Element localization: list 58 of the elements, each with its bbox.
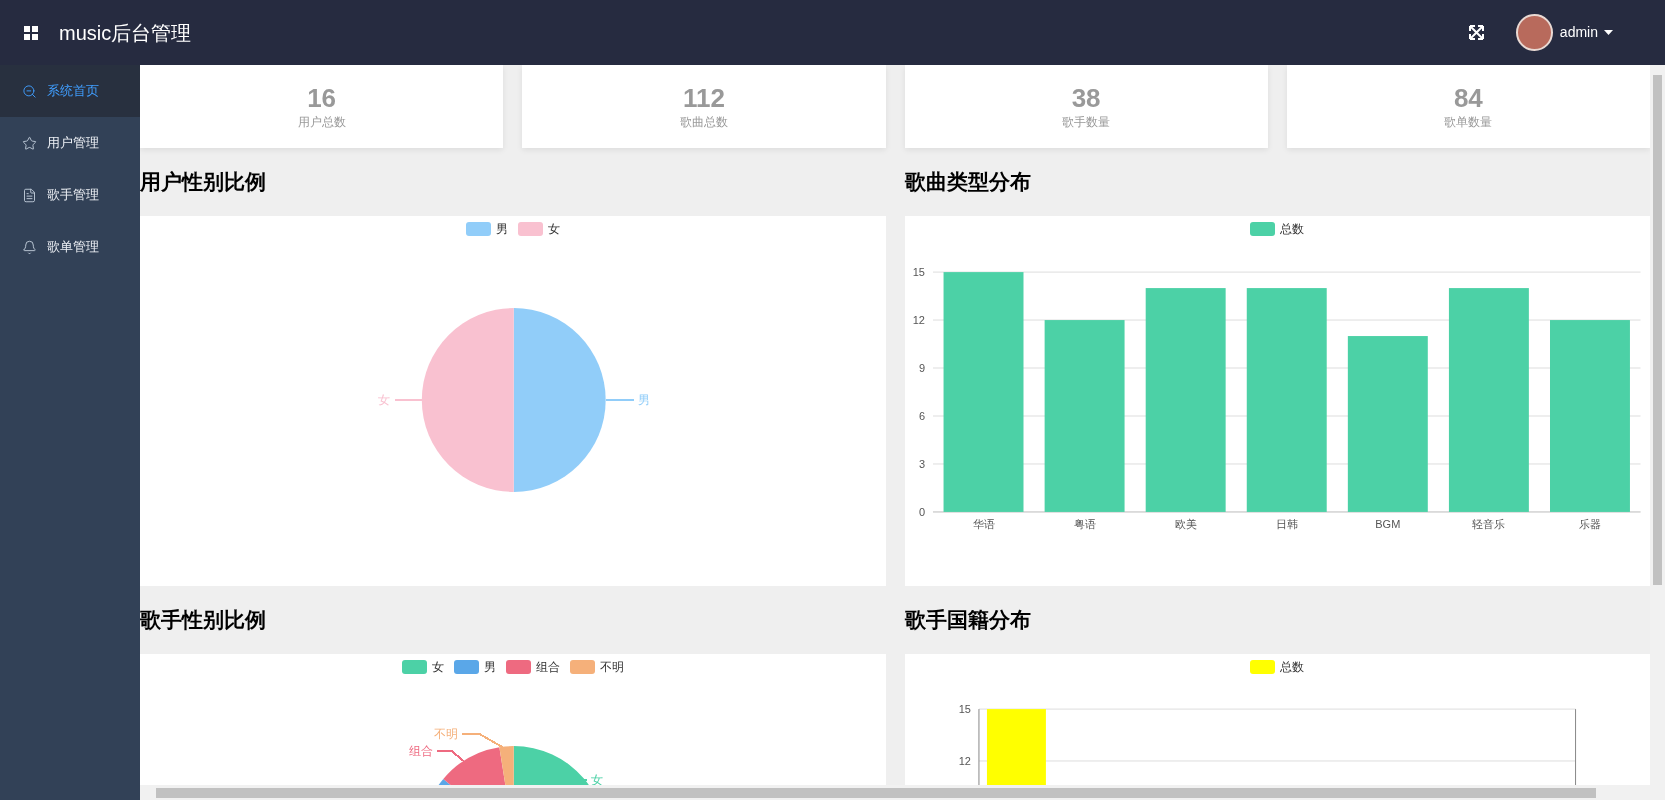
slice-label: 女 — [590, 773, 603, 785]
axis-category-label: 乐器 — [1578, 517, 1601, 530]
slice-label: 女 — [377, 393, 390, 407]
axis-tick-label: 12 — [958, 754, 971, 767]
section-title: 歌曲类型分布 — [904, 169, 1031, 196]
axis-tick-label: 0 — [918, 505, 925, 518]
axis-category-label: 欧美 — [1174, 517, 1197, 530]
stat-value: 16 — [307, 82, 337, 113]
axis-category-label: 轻音乐 — [1471, 517, 1505, 530]
slice-label: 男 — [637, 393, 650, 407]
stat-label: 用户总数 — [297, 113, 346, 131]
section-title: 歌手国籍分布 — [904, 607, 1031, 634]
scrollbar-thumb[interactable] — [156, 787, 1596, 798]
axis-category-label: 日韩 — [1275, 517, 1298, 530]
user-menu[interactable]: admin — [1559, 22, 1613, 43]
document-icon — [22, 187, 37, 203]
slice-label: 组合 — [408, 744, 433, 759]
axis-tick-label: 9 — [918, 362, 925, 375]
grid-icon[interactable] — [24, 25, 38, 40]
star-icon — [22, 135, 37, 151]
sidebar-item[interactable]: 系统首页 — [0, 65, 140, 117]
stat-value: 38 — [1071, 82, 1101, 113]
stat-label: 歌曲总数 — [679, 113, 728, 131]
axis-tick-label: 6 — [918, 410, 925, 422]
avatar[interactable] — [1515, 14, 1553, 51]
slice-label: 不明 — [433, 727, 458, 742]
legend-label: 总数 — [1280, 659, 1305, 676]
legend-label: 总数 — [1280, 221, 1305, 238]
legend-label: 组合 — [535, 659, 560, 676]
legend-label: 女 — [431, 659, 444, 676]
legend-label: 不明 — [599, 659, 624, 676]
legend-label: 男 — [483, 659, 496, 676]
sidebar-item[interactable]: 歌手管理 — [0, 169, 140, 221]
caret-icon — [1604, 30, 1613, 35]
leader-line — [393, 399, 423, 401]
stat-label: 歌单数量 — [1444, 113, 1493, 131]
bell-icon — [22, 239, 37, 255]
zoom-out-icon — [22, 83, 37, 99]
sidebar-item[interactable]: 用户管理 — [0, 117, 140, 169]
axis-tick-label: 15 — [912, 266, 925, 279]
axis-tick-label: 12 — [912, 314, 925, 327]
axis-category-label: 华语 — [972, 517, 994, 530]
legend-label: 女 — [547, 221, 560, 238]
axis-category-label: 粤语 — [1073, 517, 1096, 530]
axis-tick-label: 15 — [958, 703, 971, 716]
fullscreen-icon[interactable] — [1468, 25, 1484, 40]
stat-value: 84 — [1453, 82, 1483, 113]
axis-tick-label: 3 — [918, 457, 925, 470]
section-title: 用户性别比例 — [140, 169, 266, 196]
axis-category-label: BGM — [1374, 517, 1400, 530]
stat-label: 歌手数量 — [1062, 113, 1111, 131]
app-title: music后台管理 — [59, 20, 192, 46]
leader-line — [604, 399, 635, 401]
section-title: 歌手性别比例 — [140, 607, 266, 634]
sidebar-item[interactable]: 歌单管理 — [0, 221, 140, 273]
stat-value: 112 — [682, 82, 725, 113]
scrollbar-thumb[interactable] — [1653, 75, 1662, 585]
legend-label: 男 — [495, 221, 508, 238]
